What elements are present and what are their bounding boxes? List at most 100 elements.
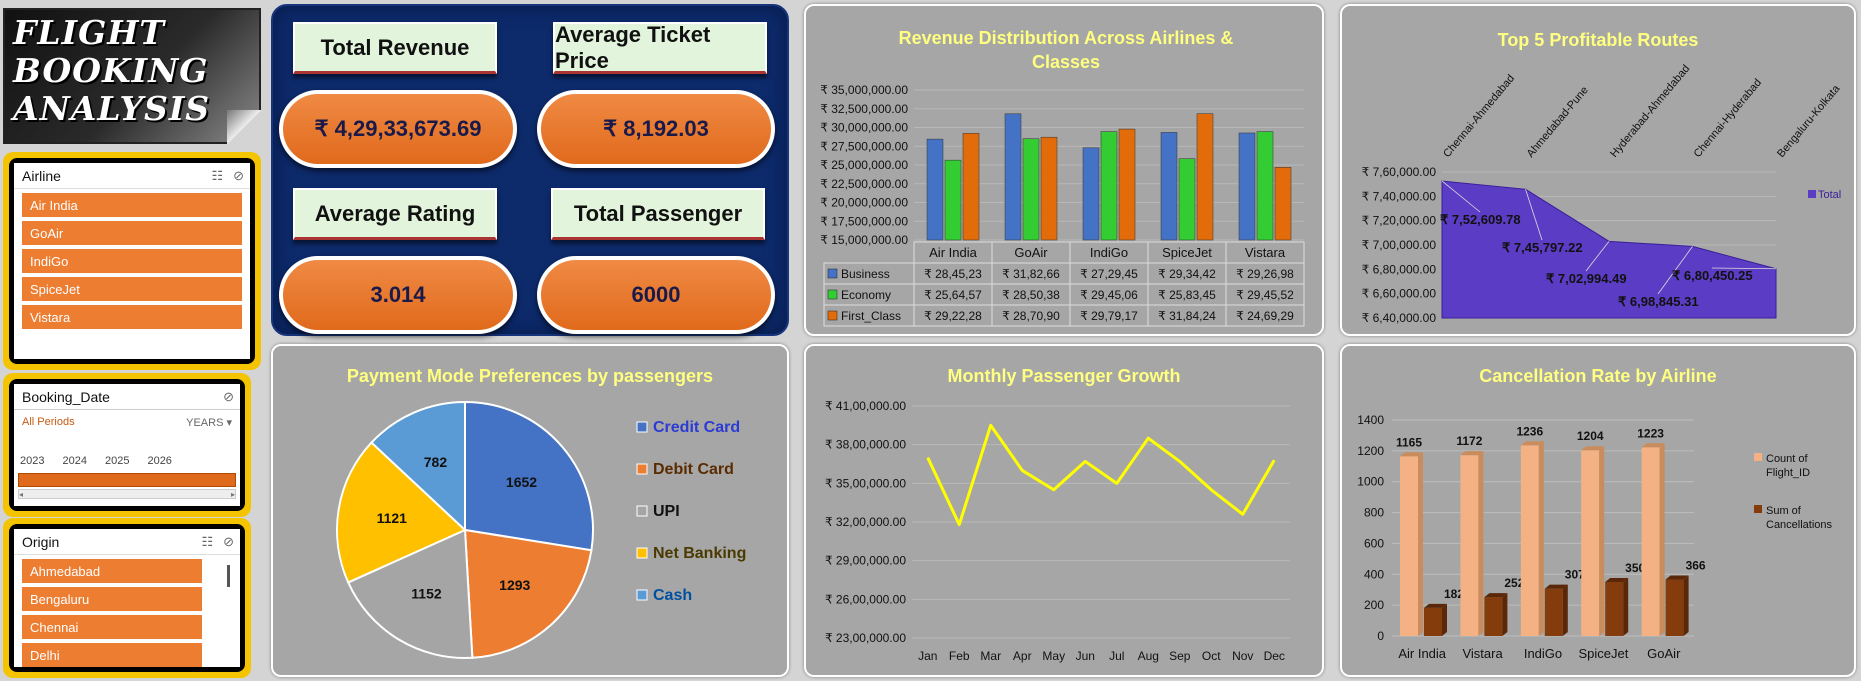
table-cell: ₹ 25,64,57 bbox=[924, 288, 982, 302]
legend-swatch bbox=[827, 289, 838, 300]
origin-slicer-item[interactable]: Ahmedabad bbox=[22, 559, 202, 583]
data-label: ₹ 7,45,797.22 bbox=[1502, 240, 1583, 255]
revenue-bar bbox=[1178, 158, 1196, 241]
multi-select-icon[interactable]: ☷ bbox=[211, 168, 223, 184]
y-tick-label: 200 bbox=[1364, 598, 1384, 612]
table-cell: ₹ 31,82,66 bbox=[1002, 267, 1060, 281]
total-revenue-value: ₹ 4,29,33,673.69 bbox=[279, 90, 517, 168]
bar-data-label: 1236 bbox=[1516, 424, 1543, 438]
airline-slicer-item[interactable]: SpiceJet bbox=[22, 277, 242, 301]
legend-label-line2: Flight_ID bbox=[1766, 467, 1810, 479]
pie-data-label: 1152 bbox=[411, 585, 442, 601]
airline-slicer-item[interactable]: Air India bbox=[22, 193, 242, 217]
revenue-bar bbox=[1196, 113, 1214, 241]
y-tick-label: 600 bbox=[1364, 536, 1384, 550]
booking-date-timeline: Booking_Date ⊘ All Periods YEARS ▾ 2023 2… bbox=[14, 384, 240, 506]
y-tick-label: ₹ 35,000,000.00 bbox=[820, 83, 908, 97]
category-label: Vistara bbox=[1462, 646, 1503, 661]
revenue-bar bbox=[962, 133, 980, 241]
bar-side-face bbox=[1562, 584, 1568, 636]
origin-slicer-title: Origin bbox=[22, 533, 60, 550]
legend-swatch bbox=[1754, 505, 1762, 513]
legend-label: Debit Card bbox=[653, 461, 734, 478]
legend-label: UPI bbox=[653, 503, 680, 520]
time-level-dropdown[interactable]: YEARS ▾ bbox=[186, 416, 232, 429]
table-cell: ₹ 31,84,24 bbox=[1158, 309, 1216, 323]
y-tick-label: ₹ 6,80,000.00 bbox=[1362, 262, 1437, 276]
y-tick-label: ₹ 23,00,000.00 bbox=[825, 631, 906, 645]
cancellation-chart: 02004006008001000120014001165182Air Indi… bbox=[1357, 413, 1832, 661]
clear-filter-icon[interactable]: ⊘ bbox=[223, 389, 234, 405]
airline-slicer-title: Airline bbox=[22, 167, 61, 184]
origin-slicer-item[interactable]: Bengaluru bbox=[22, 587, 202, 611]
bar-data-label: 366 bbox=[1686, 559, 1706, 573]
data-label: ₹ 6,98,845.31 bbox=[1618, 294, 1699, 309]
revenue-bar bbox=[1082, 147, 1100, 241]
pie-data-label: 1652 bbox=[506, 474, 537, 490]
category-label: Air India bbox=[929, 245, 977, 260]
cancellation-bar bbox=[1581, 450, 1600, 636]
legend-label-line1: Count of bbox=[1766, 453, 1809, 465]
cancellation-bar bbox=[1605, 582, 1624, 636]
origin-slicer-item[interactable]: Chennai bbox=[22, 615, 202, 639]
revenue-bar bbox=[944, 159, 962, 241]
avg-rating-value: 3.014 bbox=[279, 256, 517, 334]
x-tick-label: Sep bbox=[1169, 649, 1191, 663]
timeline-year-label[interactable]: 2023 bbox=[20, 455, 44, 467]
timeline-bar[interactable] bbox=[18, 473, 236, 487]
booking-date-title: Booking_Date bbox=[22, 388, 110, 405]
x-tick-label: Mar bbox=[980, 649, 1001, 663]
total-revenue-label: Total Revenue bbox=[293, 22, 497, 74]
y-tick-label: ₹ 6,40,000.00 bbox=[1362, 311, 1437, 325]
origin-slicer-item[interactable]: Delhi bbox=[22, 643, 202, 667]
x-tick-label: Nov bbox=[1232, 649, 1253, 663]
category-label: IndiGo bbox=[1090, 245, 1128, 260]
pie-data-label: 782 bbox=[424, 454, 448, 470]
y-tick-label: 0 bbox=[1377, 629, 1384, 643]
multi-select-icon[interactable]: ☷ bbox=[201, 534, 213, 550]
y-tick-label: 1000 bbox=[1357, 475, 1384, 489]
y-tick-label: ₹ 6,60,000.00 bbox=[1362, 287, 1437, 301]
category-label: Ahmedabad-Pune bbox=[1525, 84, 1591, 160]
y-tick-label: ₹ 7,00,000.00 bbox=[1362, 238, 1437, 252]
cancellation-bar bbox=[1641, 447, 1660, 636]
payment-mode-panel: Payment Mode Preferences by passengers 1… bbox=[271, 344, 789, 677]
clear-filter-icon[interactable]: ⊘ bbox=[223, 534, 234, 550]
timeline-year-label[interactable]: 2025 bbox=[105, 455, 129, 467]
airline-slicer-item[interactable]: Vistara bbox=[22, 305, 242, 329]
y-tick-label: ₹ 35,00,000.00 bbox=[825, 476, 906, 490]
timeline-year-label[interactable]: 2026 bbox=[147, 455, 171, 467]
bar-data-label: 1165 bbox=[1396, 435, 1422, 449]
avg-ticket-price-value: ₹ 8,192.03 bbox=[537, 90, 775, 168]
pie-data-label: 1293 bbox=[499, 577, 530, 593]
legend-swatch bbox=[827, 268, 838, 279]
y-tick-label: 1400 bbox=[1357, 413, 1384, 427]
series-label: Economy bbox=[841, 288, 891, 302]
timeline-scrollbar[interactable]: ◂ ▸ bbox=[18, 489, 236, 499]
legend-swatch bbox=[636, 547, 648, 559]
clear-filter-icon[interactable]: ⊘ bbox=[233, 168, 244, 184]
bar-side-face bbox=[1623, 578, 1629, 636]
legend-swatch bbox=[636, 589, 648, 601]
timeline-year-label[interactable]: 2024 bbox=[62, 455, 86, 467]
table-cell: ₹ 29,22,28 bbox=[924, 309, 982, 323]
legend-swatch bbox=[827, 310, 838, 321]
y-tick-label: ₹ 15,000,000.00 bbox=[820, 233, 908, 247]
legend-label: Net Banking bbox=[653, 545, 746, 562]
airline-slicer-item[interactable]: GoAir bbox=[22, 221, 242, 245]
table-cell: ₹ 28,45,23 bbox=[924, 267, 982, 281]
payment-chart: 1652 1293 1152 1121 782 Credit Card Debit Card… bbox=[336, 400, 746, 659]
revenue-distribution-panel: Revenue Distribution Across Airlines & C… bbox=[804, 4, 1324, 336]
origin-scrollbar[interactable] bbox=[227, 565, 230, 587]
dashboard-title: FLIGHT BOOKING ANALYSIS bbox=[13, 13, 211, 128]
legend-swatch bbox=[636, 505, 648, 517]
category-label: IndiGo bbox=[1524, 646, 1562, 661]
cancellation-bar bbox=[1520, 445, 1539, 636]
table-cell: ₹ 24,69,29 bbox=[1236, 309, 1294, 323]
booking-date-timeline-frame: Booking_Date ⊘ All Periods YEARS ▾ 2023 2… bbox=[3, 373, 251, 517]
pie-slice bbox=[463, 528, 593, 659]
x-tick-label: Jul bbox=[1109, 649, 1124, 663]
y-tick-label: ₹ 27,500,000.00 bbox=[820, 139, 908, 153]
revenue-bar bbox=[1040, 136, 1058, 241]
airline-slicer-item[interactable]: IndiGo bbox=[22, 249, 242, 273]
